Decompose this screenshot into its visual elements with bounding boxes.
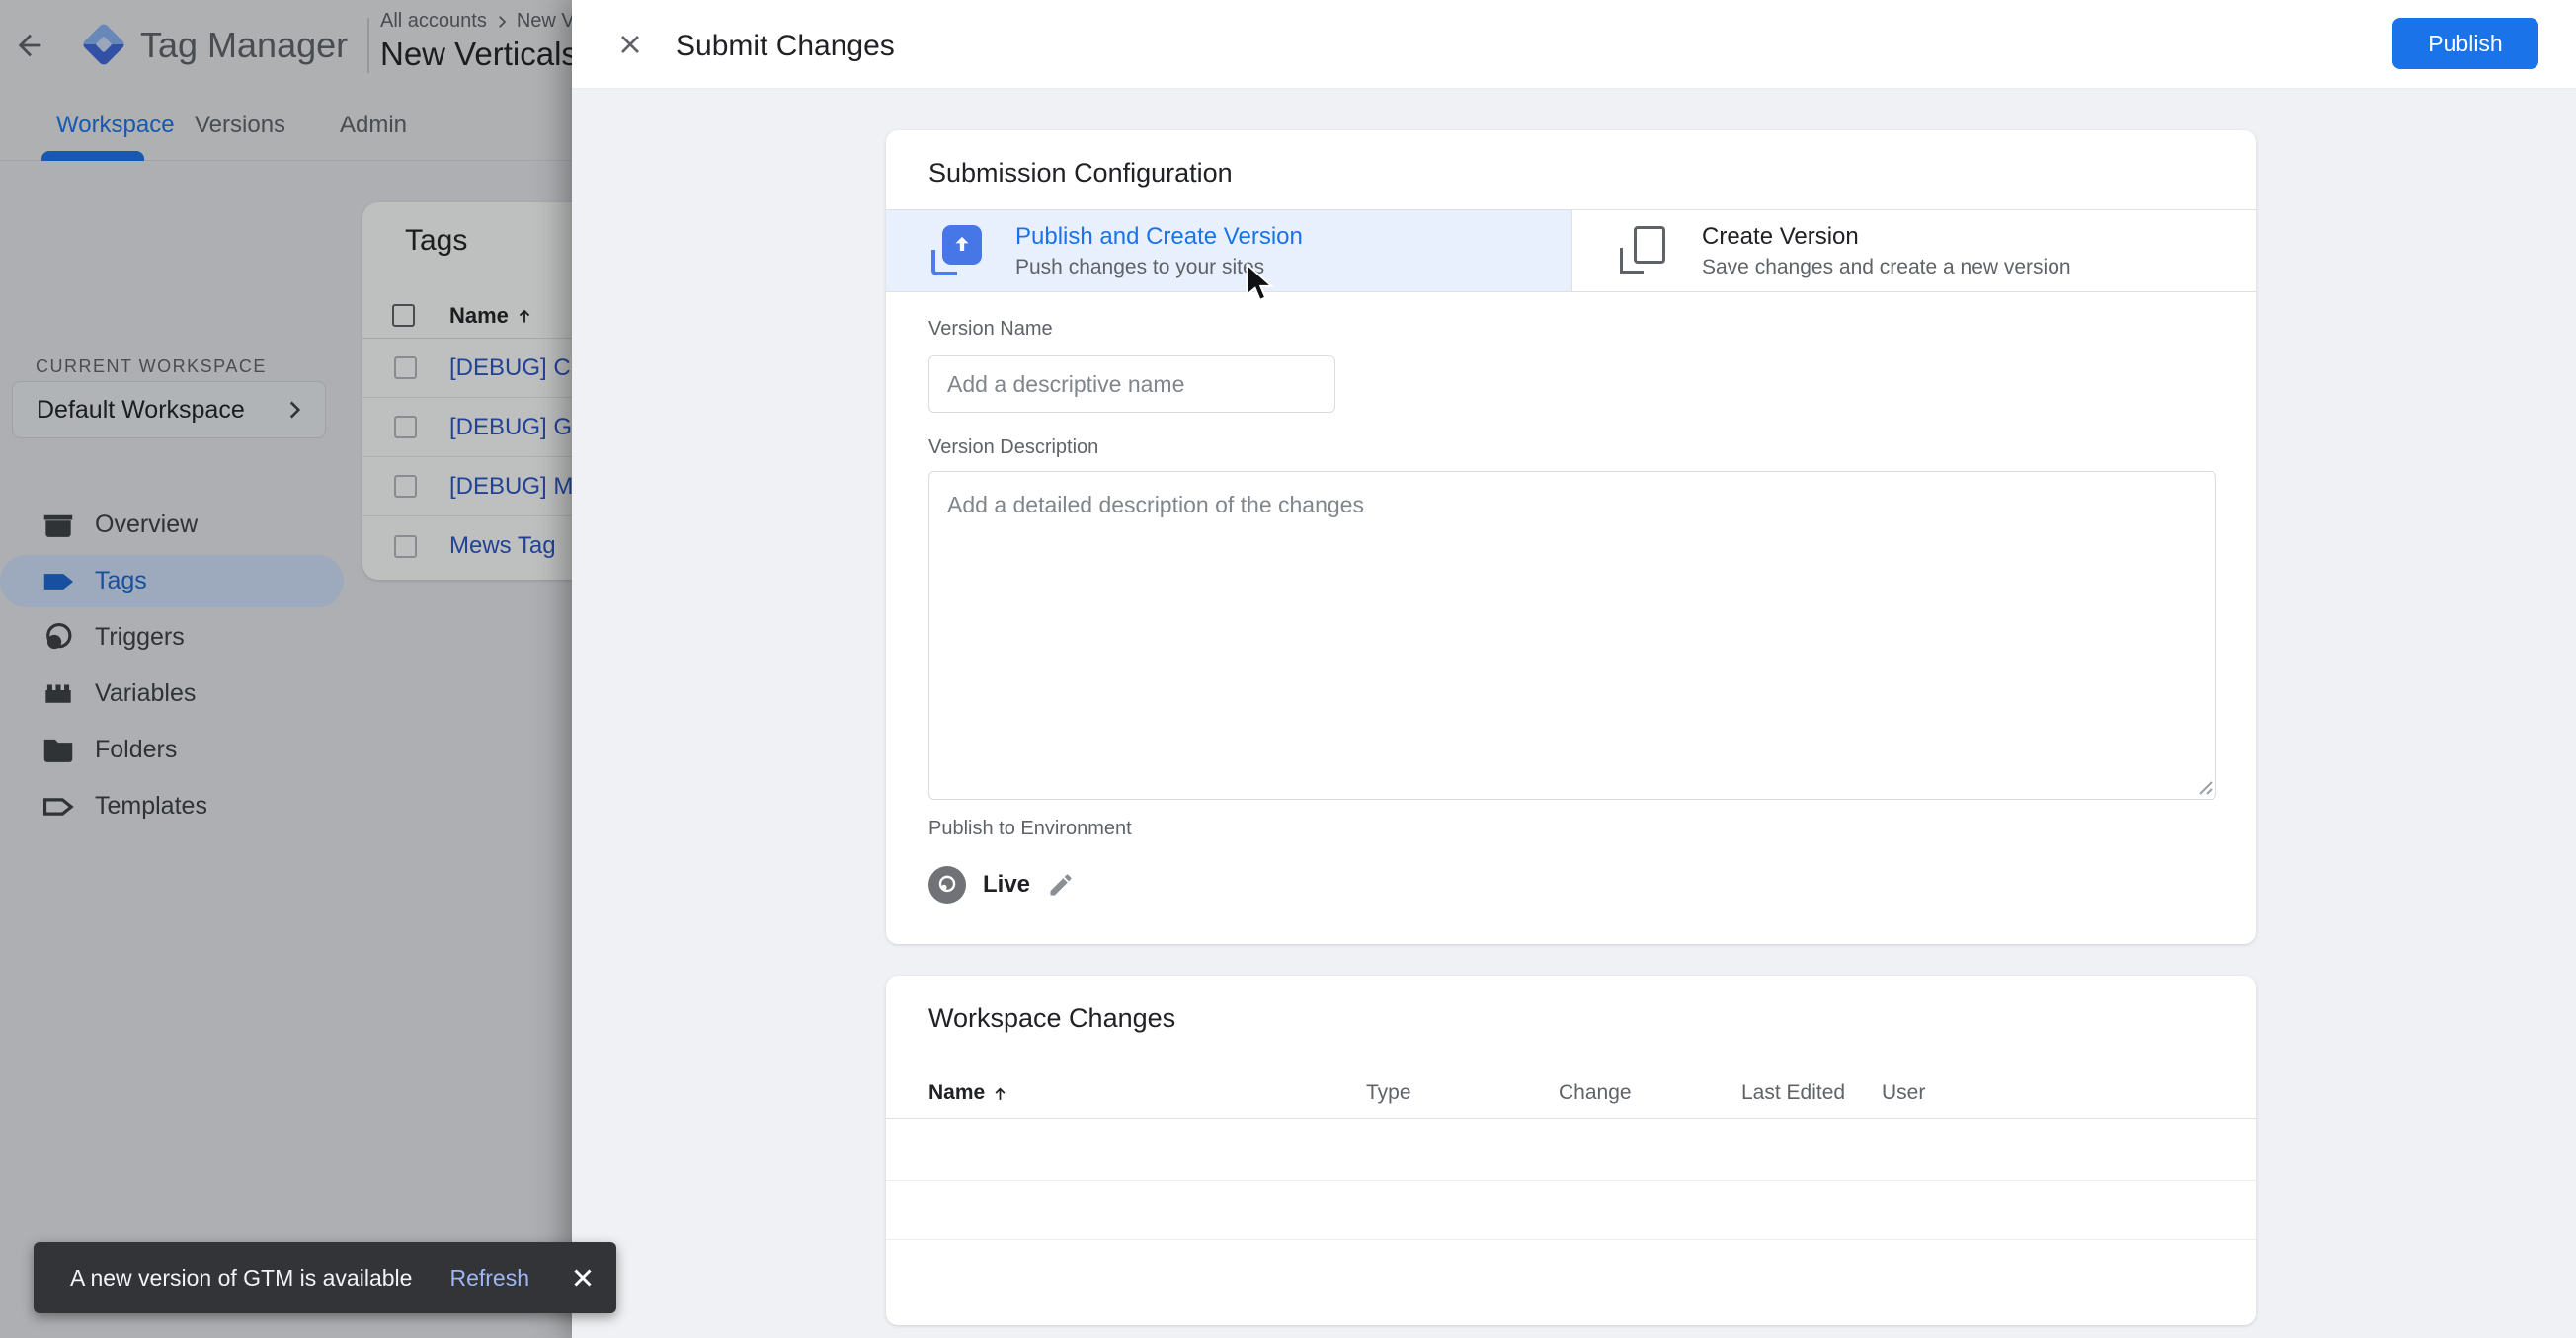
row-separator [886,1180,2256,1181]
close-icon [568,1263,598,1293]
option-title: Publish and Create Version [1015,223,1303,251]
close-icon [614,29,646,60]
environment-name: Live [983,871,1030,899]
toast-close-button[interactable] [563,1258,603,1298]
column-last-edited: Last Edited [1741,1081,1845,1105]
column-change: Change [1559,1081,1632,1105]
version-name-label: Version Name [928,318,1053,341]
textarea-resize-handle[interactable] [2192,774,2214,796]
option-title: Create Version [1702,223,2071,251]
environment-row: Live [928,866,1075,904]
screen: Tag Manager All accounts New Ver New Ver… [0,0,2576,1338]
modal-title: Submit Changes [676,30,895,63]
option-publish-and-create-version[interactable]: Publish and Create Version Push changes … [886,210,1571,291]
workspace-changes-header: Name Type Change Last Edited User [886,1069,2256,1119]
edit-environment-icon[interactable] [1047,871,1075,899]
gtm-update-toast: A new version of GTM is available Refres… [34,1242,616,1313]
option-create-version[interactable]: Create Version Save changes and create a… [1571,210,2256,291]
version-name-input[interactable] [928,355,1335,413]
submission-options: Publish and Create Version Push changes … [886,209,2256,292]
workspace-changes-card: Workspace Changes Name Type Change Last … [886,976,2256,1325]
version-description-textarea[interactable] [928,471,2216,800]
submit-changes-modal: Submit Changes Publish Submission Config… [572,0,2576,1338]
publish-button[interactable]: Publish [2392,18,2538,69]
version-description-label: Version Description [928,436,1098,459]
publish-to-environment-label: Publish to Environment [928,818,1132,840]
live-environment-icon [928,866,966,904]
refresh-button[interactable]: Refresh [449,1265,529,1292]
create-version-icon [1618,225,1669,276]
publish-version-icon [931,225,983,276]
workspace-changes-title: Workspace Changes [928,1003,1175,1034]
mouse-cursor [1243,263,1278,304]
sort-ascending-icon [991,1084,1009,1103]
column-type: Type [1366,1081,1411,1105]
modal-header: Submit Changes Publish [572,0,2576,89]
row-separator [886,1239,2256,1240]
column-user: User [1882,1081,1925,1105]
submission-configuration-title: Submission Configuration [928,158,1233,189]
column-name[interactable]: Name [928,1081,1009,1105]
option-subtitle: Save changes and create a new version [1702,256,2071,279]
submission-configuration-card: Submission Configuration Publish and Cre… [886,130,2256,944]
toast-message: A new version of GTM is available [70,1265,449,1292]
close-button[interactable] [610,25,650,64]
